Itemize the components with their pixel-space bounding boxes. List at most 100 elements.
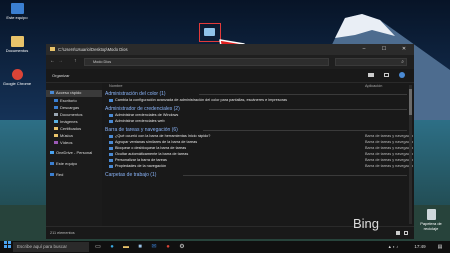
taskbar-search-input[interactable]: Escribe aquí para buscar xyxy=(13,242,89,252)
nav-item-label: Descargas xyxy=(60,105,80,110)
download-folder-icon xyxy=(54,106,58,110)
list-item[interactable]: Agrupar ventanas similares de la barra d… xyxy=(109,140,197,145)
nav-item-documentos[interactable]: Documentos xyxy=(54,112,82,118)
star-icon xyxy=(50,91,54,95)
taskbar-icon xyxy=(109,146,113,150)
group-header[interactable]: Barra de tareas y navegación (6) xyxy=(105,127,178,133)
scrollbar[interactable] xyxy=(409,85,412,224)
notifications-icon[interactable]: ▤ xyxy=(434,241,446,253)
search-input[interactable]: ⌕ xyxy=(335,58,407,66)
desktop-icon-este-equipo[interactable]: Este equipo xyxy=(2,3,32,20)
file-explorer-icon[interactable]: ▬ xyxy=(120,241,132,253)
item-name: Bloquear o desbloquear la barra de tarea… xyxy=(115,146,187,150)
group-divider xyxy=(183,175,407,176)
store-icon[interactable]: ■ xyxy=(134,241,146,253)
column-header-name[interactable]: Nombre xyxy=(109,84,123,88)
nav-item-este-equipo[interactable]: Este equipo xyxy=(50,161,77,167)
item-name: Agrupar ventanas similares de la barra d… xyxy=(115,140,198,144)
taskbar-icon xyxy=(109,158,113,162)
group-header[interactable]: Carpetas de trabajo (1) xyxy=(105,172,156,178)
item-name: ¿Qué ocurrió con la barra de herramienta… xyxy=(115,134,211,138)
nav-item-imagenes[interactable]: Imágenes xyxy=(54,119,78,125)
scrollbar-thumb[interactable] xyxy=(409,89,412,115)
back-arrow-icon[interactable]: ← xyxy=(50,58,55,64)
nav-item-label: Acceso rápido xyxy=(56,90,82,95)
address-bar[interactable]: Modo Dios xyxy=(84,58,329,66)
large-icons-view-icon[interactable] xyxy=(404,231,408,235)
list-item[interactable]: ¿Qué ocurrió con la barra de herramienta… xyxy=(109,134,210,139)
item-name: Cambia la configuración avanzada de admi… xyxy=(115,98,288,102)
item-application: Barra de tareas y navegación xyxy=(365,134,413,138)
computer-icon xyxy=(50,162,54,166)
folder-icon xyxy=(54,127,58,131)
desktop-icon-papelera[interactable]: Papelera de reciclaje xyxy=(416,209,446,231)
taskbar-clock[interactable]: 17:49 xyxy=(407,241,433,253)
list-item[interactable]: Cambia la configuración avanzada de admi… xyxy=(109,98,287,103)
folder-icon xyxy=(50,47,55,51)
desktop-icon-label: Google Chrome xyxy=(2,81,32,86)
cloud-icon xyxy=(50,151,54,155)
list-item[interactable]: Personalizar la barra de tareas xyxy=(109,158,167,163)
nav-item-label: Certificados xyxy=(60,126,82,131)
settings-gear-icon[interactable]: ⚙ xyxy=(176,241,188,253)
folder-icon xyxy=(204,28,215,36)
preview-pane-icon[interactable] xyxy=(384,73,389,77)
taskbar-icon xyxy=(109,140,113,144)
address-value: Modo Dios xyxy=(93,60,112,64)
desktop-icon-label: Documentos xyxy=(5,48,29,53)
organize-menu[interactable]: Organizar xyxy=(52,73,70,78)
color-management-icon xyxy=(109,98,113,102)
nav-item-label: Escritorio xyxy=(60,98,77,103)
edge-icon[interactable]: ● xyxy=(106,241,118,253)
computer-icon xyxy=(10,3,24,14)
nav-item-certificados[interactable]: Certificados xyxy=(54,126,81,132)
group-header[interactable]: Administrador de credenciales (2) xyxy=(105,106,180,112)
folder-icon xyxy=(10,36,24,47)
group-header[interactable]: Administración del color (1) xyxy=(105,91,166,97)
group-divider xyxy=(209,109,407,110)
recycle-bin-icon xyxy=(426,209,436,220)
chrome-icon[interactable]: ● xyxy=(162,241,174,253)
list-item[interactable]: Administrar credenciales web xyxy=(109,119,165,124)
taskbar-icon xyxy=(109,152,113,156)
column-header-application[interactable]: Aplicación xyxy=(365,84,382,88)
system-tray-icons[interactable]: ▲ ◐ ♪ xyxy=(380,241,406,253)
close-button[interactable]: ✕ xyxy=(394,44,414,55)
nav-item-quick-access[interactable]: Acceso rápido xyxy=(50,90,81,96)
help-icon[interactable] xyxy=(399,72,405,78)
address-row: ← → ↑ Modo Dios ⌕ xyxy=(46,55,414,69)
nav-item-label: Este equipo xyxy=(56,161,78,166)
item-name: Personalizar la barra de tareas xyxy=(115,158,167,162)
item-name: Administrar credenciales de Windows xyxy=(115,113,179,117)
item-name: Propiedades de la navegación xyxy=(115,164,167,168)
nav-item-descargas[interactable]: Descargas xyxy=(54,105,79,111)
nav-item-label: OneDrive - Personal xyxy=(56,150,93,155)
desktop-icon-label: Papelera de reciclaje xyxy=(420,221,442,231)
list-item[interactable]: Ocultar automáticamente la barra de tare… xyxy=(109,152,188,157)
videos-folder-icon xyxy=(54,141,58,145)
list-item[interactable]: Propiedades de la navegación xyxy=(109,164,166,169)
group-divider xyxy=(203,130,407,131)
windows-start-icon[interactable] xyxy=(2,241,12,253)
item-application: Barra de tareas y navegación xyxy=(365,152,413,156)
maximize-button[interactable]: ☐ xyxy=(374,44,394,55)
desktop-folder-icon xyxy=(54,99,58,103)
minimize-button[interactable]: – xyxy=(354,44,374,55)
up-arrow-icon[interactable]: ↑ xyxy=(74,58,77,64)
nav-item-videos[interactable]: Vídeos xyxy=(54,140,72,146)
task-view-icon[interactable]: ▭ xyxy=(92,241,104,253)
nav-item-red[interactable]: Red xyxy=(50,172,63,178)
list-item[interactable]: Bloquear o desbloquear la barra de tarea… xyxy=(109,146,186,151)
nav-item-onedrive[interactable]: OneDrive - Personal xyxy=(50,150,92,156)
forward-arrow-icon[interactable]: → xyxy=(58,58,63,64)
desktop-icon-google-chrome[interactable]: Google Chrome xyxy=(2,69,32,86)
mail-icon[interactable]: ✉ xyxy=(148,241,160,253)
nav-item-musica[interactable]: Música xyxy=(54,133,73,139)
nav-item-escritorio[interactable]: Escritorio xyxy=(54,98,77,104)
list-item[interactable]: Administrar credenciales de Windows xyxy=(109,113,178,118)
desktop-icon-documentos[interactable]: Documentos xyxy=(2,36,32,53)
details-view-icon[interactable] xyxy=(396,231,400,235)
network-icon xyxy=(50,173,54,177)
view-options-icon[interactable] xyxy=(368,73,374,77)
explorer-window: C:\Users\Usuario\Desktop\Modo Dios – ☐ ✕… xyxy=(46,44,414,239)
